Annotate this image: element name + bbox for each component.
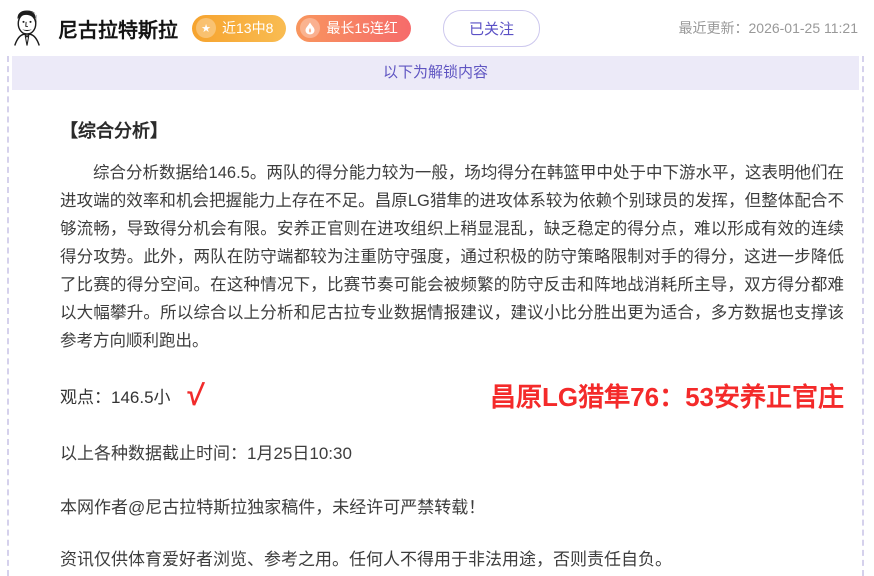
author-avatar [6,7,48,49]
unlocked-content-box: 以下为解锁内容 【综合分析】 综合分析数据给146.5。两队的得分能力较为一般，… [7,56,864,576]
author-name: 尼古拉特斯拉 [58,14,178,43]
recent-record-badge: ★ 近13中8 [192,15,286,42]
check-mark-icon: √ [185,380,205,412]
section-title: 【综合分析】 [60,117,844,143]
unlock-banner: 以下为解锁内容 [12,56,859,90]
follow-button[interactable]: 已关注 [443,10,540,47]
copyright-notice: 本网作者@尼古拉特斯拉独家稿件，未经许可严禁转载！ [60,493,844,518]
author-header: 尼古拉特斯拉 ★ 近13中8 最长15连红 已关注 最近更新：2026-01-2… [0,0,874,56]
streak-badge: 最长15连红 [296,15,411,42]
viewpoint-text: 观点：146.5小 [60,383,171,408]
analysis-article: 【综合分析】 综合分析数据给146.5。两队的得分能力较为一般，场均得分在韩篮甲… [9,117,862,570]
data-deadline: 以上各种数据截止时间：1月25日10:30 [60,439,844,464]
recent-record-label: 近13中8 [222,18,273,38]
viewpoint-row: 观点：146.5小 √ 昌原LG猎隼76：53安养正官庄 [60,377,844,414]
star-icon: ★ [196,18,216,38]
final-score: 昌原LG猎隼76：53安养正官庄 [490,377,844,414]
disclaimer-notice: 资讯仅供体育爱好者浏览、参考之用。任何人不得用于非法用途，否则责任自负。 [60,545,844,570]
flame-icon [300,18,320,38]
streak-label: 最长15连红 [326,18,398,38]
analysis-paragraph: 综合分析数据给146.5。两队的得分能力较为一般，场均得分在韩篮甲中处于中下游水… [60,159,844,355]
last-updated: 最近更新：2026-01-25 11:21 [679,18,859,38]
